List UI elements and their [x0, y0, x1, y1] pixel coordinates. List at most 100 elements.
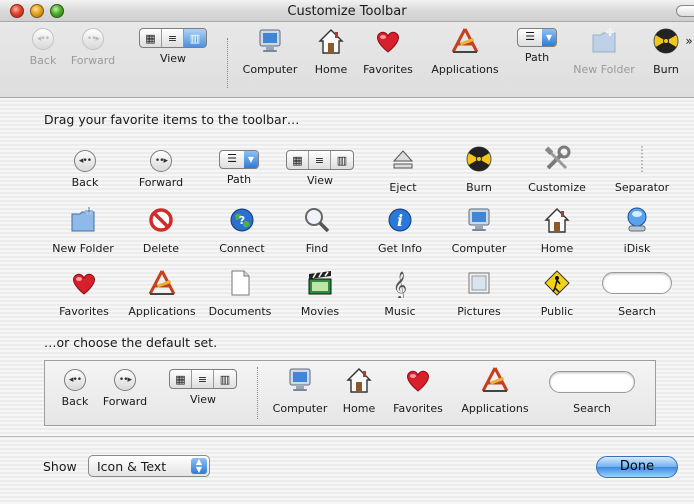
done-button[interactable]: Done	[596, 456, 678, 478]
palette-find[interactable]: Find	[294, 205, 340, 255]
heart-icon	[373, 26, 403, 56]
back-arrow-icon: ◂••	[64, 369, 86, 391]
toolbar-separator	[227, 38, 228, 88]
separator-icon	[627, 144, 657, 174]
info-icon: i	[385, 205, 415, 235]
path-popup-icon: ☰ ▼	[219, 150, 259, 169]
toolbar-applications[interactable]: Applications	[428, 26, 502, 76]
toolbar-view[interactable]: ▦ ≡ ▥ View	[133, 28, 213, 65]
toolbar-back[interactable]: ◂•• Back	[25, 28, 61, 67]
applications-icon	[450, 26, 480, 56]
magnifier-icon	[302, 205, 332, 235]
palette-pictures[interactable]: Pictures	[450, 268, 508, 318]
toolbar-burn[interactable]: Burn	[648, 26, 684, 76]
show-popup[interactable]: Icon & Text ▲ ▼	[88, 455, 210, 477]
palette-separator[interactable]: Separator	[614, 144, 670, 194]
svg-text:𝄞: 𝄞	[393, 271, 407, 298]
palette-documents[interactable]: Documents	[204, 268, 276, 318]
default-computer: Computer	[267, 365, 333, 415]
forward-arrow-icon: ••▸	[150, 150, 172, 172]
toolbar-path[interactable]: ☰ ▼ Path	[514, 28, 560, 64]
public-sign-icon	[542, 268, 572, 298]
palette-delete[interactable]: Delete	[138, 205, 184, 255]
toolbar-favorites[interactable]: Favorites	[360, 26, 416, 76]
new-folder-icon	[589, 26, 619, 56]
applications-icon	[147, 268, 177, 298]
palette-home[interactable]: Home	[534, 205, 580, 255]
palette-customize[interactable]: Customize	[524, 144, 590, 194]
default-favorites: Favorites	[389, 365, 447, 415]
default-set-toolbar[interactable]: ◂•• Back ••▸ Forward ▦ ≡ ▥ View Computer H…	[44, 360, 656, 426]
default-search: Search	[547, 371, 637, 415]
toolbar-new-folder[interactable]: New Folder	[572, 26, 636, 76]
path-popup-icon: ☰ ▼	[517, 28, 557, 47]
palette-back[interactable]: ◂•• Back	[62, 150, 108, 189]
applications-icon	[480, 365, 510, 395]
idisk-icon	[622, 205, 652, 235]
palette-favorites[interactable]: Favorites	[54, 268, 114, 318]
palette-applications[interactable]: Applications	[124, 268, 200, 318]
burn-icon	[464, 144, 494, 174]
palette-forward[interactable]: ••▸ Forward	[134, 150, 188, 189]
view-buttons-icon: ▦ ≡ ▥	[169, 369, 237, 389]
palette-connect[interactable]: ? Connect	[214, 205, 270, 255]
home-icon	[344, 365, 374, 395]
palette-movies[interactable]: Movies	[294, 268, 346, 318]
drag-instruction: Drag your favorite items to the toolbar…	[44, 112, 300, 127]
search-field-icon	[602, 272, 672, 294]
palette-view[interactable]: ▦ ≡ ▥ View	[280, 150, 360, 187]
title-bar[interactable]: Customize Toolbar	[0, 0, 694, 22]
computer-icon	[255, 26, 285, 56]
forward-arrow-icon: ••▸	[82, 28, 104, 50]
picture-frame-icon	[464, 268, 494, 298]
home-icon	[542, 205, 572, 235]
window-toolbar: ◂•• Back ••▸ Forward ▦ ≡ ▥ View Computer H…	[0, 22, 694, 98]
window-title: Customize Toolbar	[287, 4, 407, 19]
palette-path[interactable]: ☰ ▼ Path	[214, 150, 264, 186]
updown-arrows-icon: ▲ ▼	[191, 458, 207, 474]
palette-burn[interactable]: Burn	[456, 144, 502, 194]
view-buttons-icon: ▦ ≡ ▥	[139, 28, 207, 48]
default-view: ▦ ≡ ▥ View	[163, 369, 243, 406]
palette-computer[interactable]: Computer	[448, 205, 510, 255]
burn-icon	[651, 26, 681, 56]
footer-divider	[0, 436, 694, 437]
eject-icon	[388, 144, 418, 174]
music-note-icon: 𝄞	[385, 268, 415, 300]
toolbar-toggle-button[interactable]	[676, 5, 694, 17]
palette-music[interactable]: 𝄞 Music	[378, 268, 422, 318]
toolbar-home[interactable]: Home	[312, 26, 350, 76]
toolbar-overflow-icon[interactable]: »	[684, 34, 694, 48]
default-applications: Applications	[455, 365, 535, 415]
toolbar-forward[interactable]: ••▸ Forward	[66, 28, 120, 67]
home-icon	[316, 26, 346, 56]
default-separator	[257, 367, 258, 419]
default-home: Home	[339, 365, 379, 415]
computer-icon	[464, 205, 494, 235]
toolbar-computer[interactable]: Computer	[240, 26, 300, 76]
svg-text:i: i	[397, 211, 403, 230]
back-arrow-icon: ◂••	[74, 150, 96, 172]
default-instruction: …or choose the default set.	[44, 335, 218, 350]
default-back: ◂•• Back	[57, 369, 93, 408]
palette-get-info[interactable]: i Get Info	[374, 205, 426, 255]
palette-idisk[interactable]: iDisk	[614, 205, 660, 255]
svg-text:?: ?	[239, 214, 245, 227]
palette-public[interactable]: Public	[534, 268, 580, 318]
palette-eject[interactable]: Eject	[380, 144, 426, 194]
show-popup-value: Icon & Text	[97, 459, 167, 474]
heart-icon	[403, 365, 433, 395]
back-arrow-icon: ◂••	[32, 28, 54, 50]
default-forward: ••▸ Forward	[99, 369, 151, 408]
new-folder-icon	[68, 205, 98, 235]
search-field-icon	[549, 371, 635, 393]
clapperboard-icon	[305, 268, 335, 298]
heart-icon	[69, 268, 99, 298]
tools-icon	[542, 144, 572, 174]
forward-arrow-icon: ••▸	[114, 369, 136, 391]
computer-icon	[285, 365, 315, 395]
delete-icon	[146, 205, 176, 235]
palette-search[interactable]: Search	[594, 272, 680, 318]
palette-new-folder[interactable]: New Folder	[50, 205, 116, 255]
show-label: Show	[43, 459, 77, 474]
